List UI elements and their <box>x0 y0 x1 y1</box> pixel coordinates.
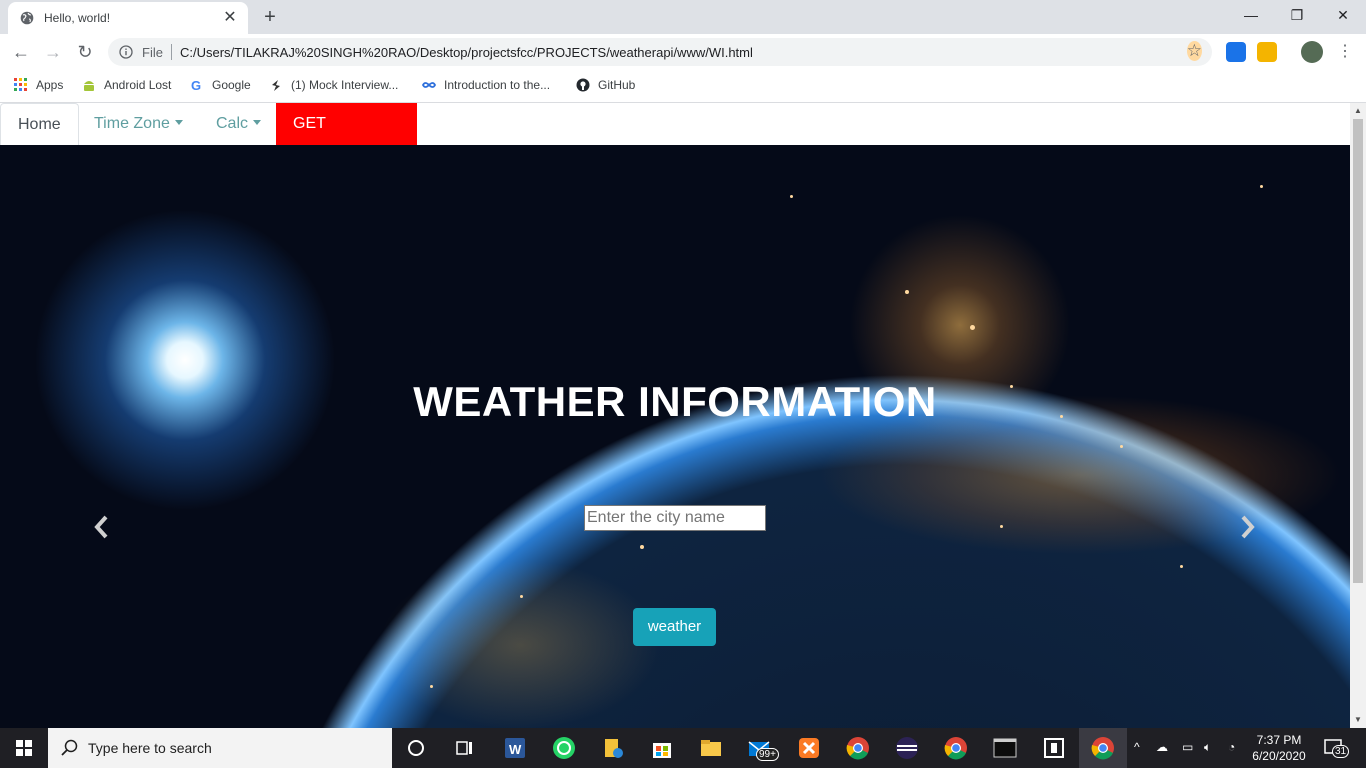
bookmark-star-icon[interactable]: ☆ <box>1186 41 1202 61</box>
mail-badge: 99+ <box>756 748 779 761</box>
svg-text:W: W <box>509 742 522 757</box>
clock-time: 7:37 PM <box>1256 733 1302 747</box>
chrome-active-icon[interactable] <box>1089 734 1117 762</box>
new-tab-button[interactable]: + <box>258 5 282 29</box>
info-icon[interactable] <box>119 45 133 59</box>
site-navbar: Home Time Zone Calc GET LOCATION <box>0 103 1350 174</box>
github-icon <box>576 78 590 92</box>
tab-title: Hello, world! <box>44 11 111 25</box>
clock-date: 6/20/2020 <box>1252 749 1306 763</box>
reload-button[interactable]: ↻ <box>71 38 99 66</box>
windows-start-icon[interactable] <box>0 728 48 768</box>
apps-grid-icon <box>14 78 27 91</box>
tab-close-icon[interactable]: ✕ <box>220 8 240 28</box>
restore-button[interactable]: ❐ <box>1274 0 1320 30</box>
browser-toolbar: ← → ↻ File C:/Users/TILAKRAJ%20SINGH%20R… <box>0 34 1366 70</box>
bookmark-android-lost[interactable]: Android Lost <box>82 78 171 92</box>
app-window-icon[interactable] <box>1040 734 1068 762</box>
infinity-icon <box>422 82 436 88</box>
nav-time-zone-label: Time Zone <box>94 115 170 132</box>
terminal-icon[interactable] <box>991 734 1019 762</box>
profile-avatar[interactable] <box>1301 41 1323 63</box>
bookmark-label: Apps <box>36 78 64 92</box>
web-page: Home Time Zone Calc GET LOCATION WEATHER… <box>0 103 1350 728</box>
wifi-icon[interactable]: ◔ <box>1228 740 1235 754</box>
file-share-icon[interactable] <box>599 734 627 762</box>
windows-taskbar: Type here to search W 99+ ^ ☁ ▭ 🔈︎ ◔ 7:3… <box>0 728 1366 768</box>
browser-tab[interactable]: Hello, world! ✕ <box>8 2 248 34</box>
carousel-next-icon[interactable] <box>1237 513 1257 541</box>
bookmark-github[interactable]: GitHub <box>576 78 635 92</box>
caret-down-icon <box>174 120 183 125</box>
extension-lightbulb-icon[interactable] <box>1257 42 1277 62</box>
microsoft-store-icon[interactable] <box>648 734 676 762</box>
bookmark-label: Introduction to the... <box>444 78 551 92</box>
vertical-scrollbar[interactable]: ▲ ▼ <box>1350 103 1366 728</box>
task-view-icon[interactable] <box>450 734 478 762</box>
get-location-button[interactable]: GET LOCATION <box>276 103 417 174</box>
system-clock[interactable]: 7:37 PM 6/20/2020 <box>1248 732 1310 764</box>
bookmark-mock-interview[interactable]: (1) Mock Interview... <box>269 78 398 92</box>
network-error-icon[interactable]: ☁ <box>1156 740 1168 754</box>
globe-icon <box>20 11 34 25</box>
nav-calc-dropdown[interactable]: Calc <box>199 103 278 145</box>
address-bar[interactable]: File C:/Users/TILAKRAJ%20SINGH%20RAO/Des… <box>108 38 1212 66</box>
google-icon: G <box>191 78 201 92</box>
tab-strip: Hello, world! ✕ + — ❐ ✕ <box>0 0 1366 34</box>
scroll-down-icon[interactable]: ▼ <box>1350 713 1366 727</box>
svg-text:G: G <box>191 78 201 92</box>
back-button[interactable]: ← <box>7 38 35 66</box>
volume-icon[interactable]: 🔈︎ <box>1204 740 1211 755</box>
page-title: WEATHER INFORMATION <box>413 378 937 425</box>
chrome-icon[interactable] <box>844 734 872 762</box>
minimize-button[interactable]: — <box>1228 0 1274 30</box>
interview-icon <box>272 80 280 91</box>
cortana-icon[interactable] <box>402 734 430 762</box>
search-icon <box>61 739 78 756</box>
nav-time-zone-dropdown[interactable]: Time Zone <box>77 103 200 145</box>
carousel-prev-icon[interactable] <box>92 513 112 541</box>
city-name-input[interactable] <box>584 505 766 531</box>
word-icon[interactable]: W <box>501 734 529 762</box>
mail-app[interactable]: 99+ <box>746 734 782 762</box>
bookmark-label: Google <box>212 78 251 92</box>
caret-down-icon <box>253 120 262 125</box>
eclipse-icon[interactable] <box>893 734 921 762</box>
bookmark-apps[interactable]: Apps <box>14 78 63 92</box>
nav-calc-label: Calc <box>216 115 249 132</box>
weather-button[interactable]: weather <box>633 608 716 646</box>
hero-carousel: WEATHER INFORMATION weather <box>0 145 1350 728</box>
bookmarks-bar: Apps Android Lost G Google (1) Mock Inte… <box>0 70 1366 103</box>
divider <box>171 44 172 60</box>
scrollbar-thumb[interactable] <box>1353 119 1363 583</box>
whatsapp-icon[interactable] <box>550 734 578 762</box>
nav-home[interactable]: Home <box>0 103 79 146</box>
forward-button[interactable]: → <box>39 38 67 66</box>
bookmark-introduction[interactable]: Introduction to the... <box>422 78 550 92</box>
battery-icon[interactable]: ▭ <box>1182 740 1193 754</box>
bookmark-label: GitHub <box>598 78 636 92</box>
close-window-button[interactable]: ✕ <box>1320 0 1366 30</box>
tray-chevron-up-icon[interactable]: ^ <box>1134 740 1140 754</box>
chrome-icon[interactable] <box>942 734 970 762</box>
extension-translate-icon[interactable] <box>1226 42 1246 62</box>
menu-kebab-icon[interactable]: ⋮ <box>1331 38 1359 66</box>
xampp-icon[interactable] <box>795 734 823 762</box>
bookmark-label: (1) Mock Interview... <box>291 78 399 92</box>
notification-count: 31 <box>1332 745 1350 758</box>
bookmark-google[interactable]: G Google <box>190 78 251 92</box>
search-placeholder: Type here to search <box>88 740 212 756</box>
taskbar-search[interactable]: Type here to search <box>48 728 392 768</box>
android-icon <box>84 81 94 91</box>
url-text[interactable]: C:/Users/TILAKRAJ%20SINGH%20RAO/Desktop/… <box>180 45 753 60</box>
bookmark-label: Android Lost <box>104 78 172 92</box>
nav-home-label: Home <box>18 116 61 133</box>
scheme-label: File <box>142 45 163 60</box>
scroll-up-icon[interactable]: ▲ <box>1350 104 1366 118</box>
file-explorer-icon[interactable] <box>697 734 725 762</box>
action-center-button[interactable]: 31 <box>1322 736 1350 760</box>
